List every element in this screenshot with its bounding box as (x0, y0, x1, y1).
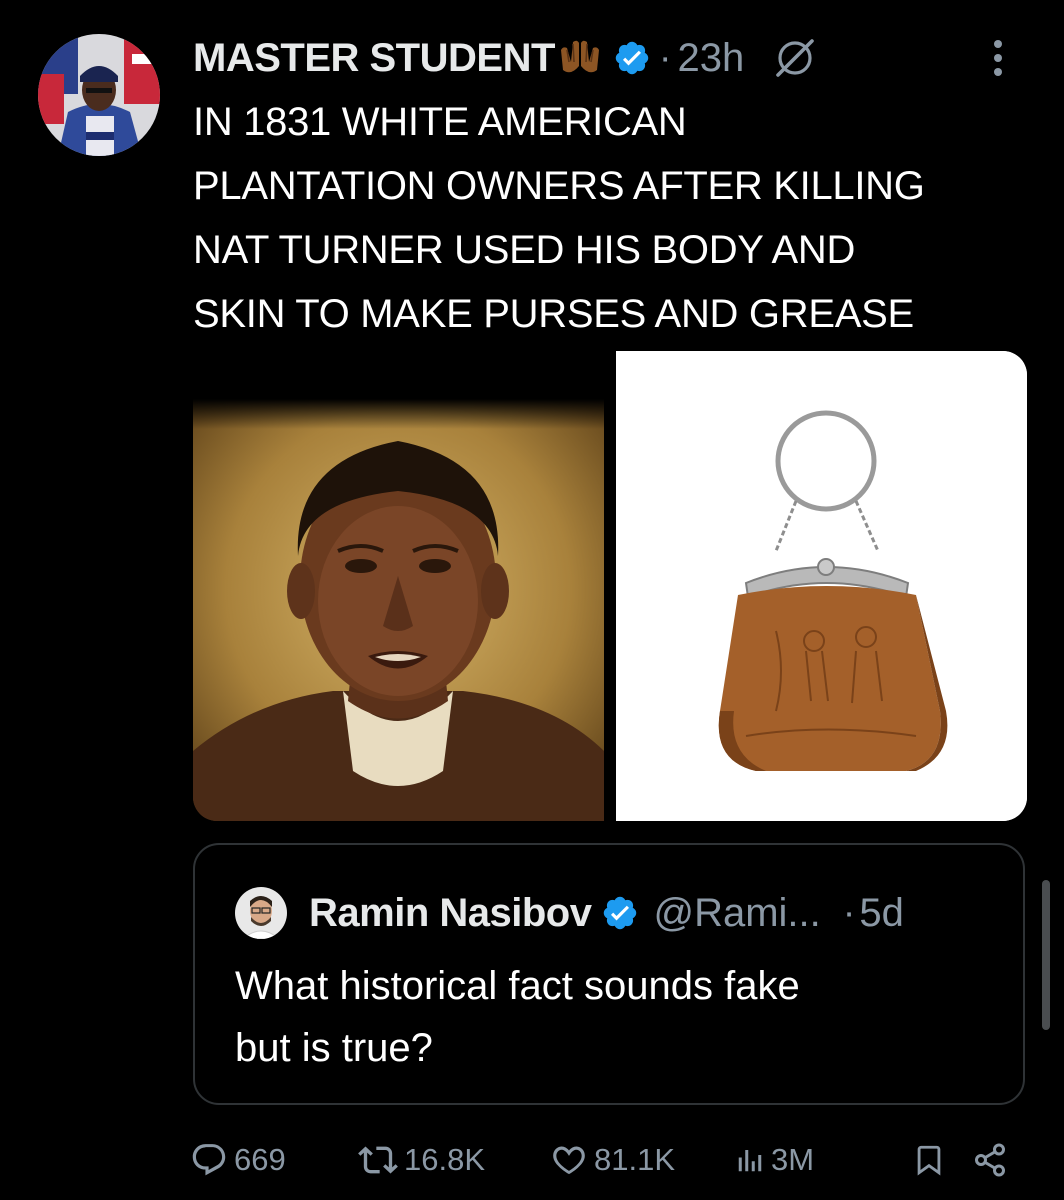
views-button[interactable]: 3M (735, 1130, 814, 1190)
repost-button[interactable]: 16.8K (358, 1130, 485, 1190)
heart-icon (550, 1141, 588, 1179)
quoted-author-name[interactable]: Ramin Nasibov (309, 891, 592, 936)
bar-chart-icon (735, 1145, 765, 1175)
post-action-bar: 669 16.8K 81.1K 3M (190, 1130, 1030, 1190)
verified-badge-icon[interactable] (601, 894, 639, 932)
author-name[interactable]: MASTER STUDENT (193, 36, 555, 81)
post-header: MASTER STUDENT · 23h (193, 28, 1033, 88)
scrollbar-thumb[interactable] (1042, 880, 1050, 1030)
repost-arrows-icon (358, 1140, 398, 1180)
verified-badge-icon[interactable] (613, 39, 651, 77)
more-vertical-icon[interactable] (993, 38, 1003, 78)
grok-slash-icon[interactable] (772, 35, 818, 81)
repost-count: 16.8K (404, 1142, 486, 1177)
post-time[interactable]: 23h (678, 36, 745, 81)
like-button[interactable]: 81.1K (550, 1130, 675, 1190)
quoted-post-time[interactable]: 5d (859, 891, 904, 936)
separator-dot: · (658, 36, 672, 79)
separator-dot: · (842, 891, 856, 934)
quoted-post-text: What historical fact sounds fake but is … (235, 964, 800, 1070)
quoted-author-handle[interactable]: @Rami... (653, 891, 820, 936)
like-count: 81.1K (594, 1142, 676, 1177)
quoted-post[interactable]: Ramin Nasibov @Rami... · 5d What histori… (193, 843, 1025, 1105)
share-nodes-icon (972, 1142, 1008, 1178)
quoted-post-header: Ramin Nasibov @Rami... · 5d (235, 881, 904, 945)
post-text: IN 1831 WHITE AMERICAN PLANTATION OWNERS… (193, 100, 925, 336)
reply-count: 669 (234, 1142, 286, 1177)
views-count: 3M (771, 1142, 815, 1177)
leather-purse-photo[interactable] (616, 351, 1027, 821)
speech-bubble-icon (190, 1141, 228, 1179)
author-avatar[interactable] (38, 34, 160, 156)
bookmark-button[interactable] (912, 1130, 946, 1190)
reply-button[interactable]: 669 (190, 1130, 286, 1190)
post-media-grid (193, 351, 1027, 821)
palms-up-together-emoji-icon (557, 36, 603, 80)
share-button[interactable] (972, 1130, 1008, 1190)
portrait-painting-image[interactable] (193, 351, 604, 821)
bookmark-icon (912, 1141, 946, 1179)
quoted-author-avatar[interactable] (235, 887, 287, 939)
